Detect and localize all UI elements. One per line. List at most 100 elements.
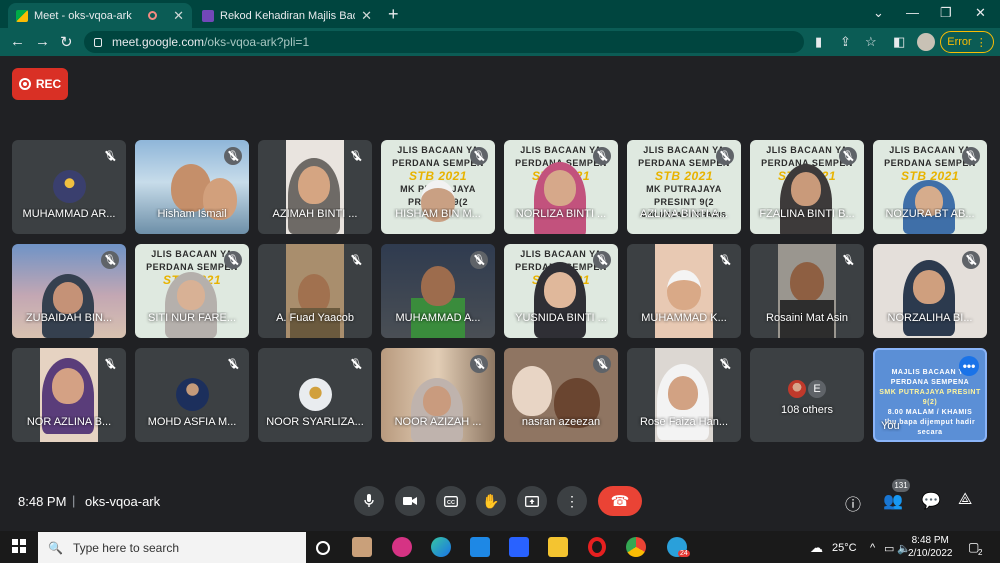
participant-tile[interactable]: JLIS BACAAN YA PERDANA SEMPEN STB 2021 🎙… <box>873 140 987 234</box>
participant-tile[interactable]: 🎙 ZUBAIDAH BIN... <box>12 244 126 338</box>
camera-button[interactable] <box>395 486 425 516</box>
activities-icon[interactable]: ⟁ <box>958 491 972 509</box>
close-tab-icon[interactable]: ✕ <box>173 8 184 24</box>
windows-start-icon[interactable] <box>12 539 26 553</box>
taskbar-date: 2/10/2022 <box>908 548 953 559</box>
participant-tile[interactable]: JLIS BACAAN YA PERDANA SEMPEN STB 2021 M… <box>627 140 741 234</box>
mic-off-icon: 🎙 <box>470 251 488 269</box>
participant-tile[interactable]: 🎙 NOOR AZIZAH ... <box>381 348 495 442</box>
task-view-icon[interactable] <box>352 537 372 557</box>
participant-tile[interactable]: 🎙 Rose Faiza Han... <box>627 348 741 442</box>
taskbar-clock[interactable]: 8:48 PM 2/10/2022 <box>908 534 953 560</box>
participant-tile[interactable]: 🎙 MUHAMMAD A... <box>381 244 495 338</box>
participant-name: You <box>881 420 900 432</box>
participant-tile[interactable]: 🎙 NORZALIHA BI... <box>873 244 987 338</box>
participant-tile[interactable]: 🎙 NOOR SYARLIZA... <box>258 348 372 442</box>
camera-icon[interactable]: ▮ <box>815 34 822 50</box>
participant-tile[interactable]: 🎙 nasran azeezan <box>504 348 618 442</box>
participant-tile[interactable]: 🎙 MUHAMMAD AR... <box>12 140 126 234</box>
minimize-icon[interactable]: — <box>906 5 919 20</box>
url-host: meet.google.com <box>112 35 205 49</box>
app-icon[interactable] <box>509 537 529 557</box>
weather-temp[interactable]: 25°C <box>832 542 857 554</box>
close-tab-icon[interactable]: ✕ <box>361 8 372 24</box>
close-window-icon[interactable]: ✕ <box>975 5 986 21</box>
url-field[interactable]: meet.google.com /oks-vqoa-ark?pli=1 <box>84 31 804 53</box>
chat-icon[interactable]: 💬 <box>921 491 941 511</box>
microphone-button[interactable] <box>354 486 384 516</box>
new-tab-icon[interactable]: + <box>388 4 399 25</box>
others-tile[interactable]: E 108 others <box>750 348 864 442</box>
error-button[interactable]: Error ⋮ <box>940 31 994 53</box>
mic-off-icon: 🎙 <box>101 355 119 373</box>
more-options-button[interactable]: ⋮ <box>557 486 587 516</box>
info-icon[interactable]: ⓘ <box>845 491 861 515</box>
more-options-icon[interactable]: ••• <box>959 356 979 376</box>
participant-tile[interactable]: JLIS BACAAN YA PERDANA SEMPEN STB 2021 🎙… <box>504 140 618 234</box>
raise-hand-button[interactable]: ✋ <box>476 486 506 516</box>
rec-label: REC <box>35 77 62 91</box>
file-explorer-icon[interactable] <box>548 537 568 557</box>
separator: | <box>72 493 76 508</box>
video-feed <box>544 272 576 308</box>
cortana-icon[interactable] <box>316 541 330 555</box>
participant-name: Rosaini Mat Asin <box>766 312 848 324</box>
weather-icon[interactable]: ☁ <box>810 540 823 556</box>
tab-meet-title: Meet - oks-vqoa-ark <box>34 9 132 22</box>
video-feed <box>667 270 701 310</box>
video-feed <box>913 270 945 304</box>
participant-tile[interactable]: JLIS BACAAN YA PERDANA SEMPEN STB 2021 🎙… <box>504 244 618 338</box>
edge-icon[interactable] <box>431 537 451 557</box>
leave-call-button[interactable]: ☎ <box>598 486 642 516</box>
participant-tile[interactable]: 🎙 MOHD ASFIA M... <box>135 348 249 442</box>
tab-forms[interactable]: Rekod Kehadiran Majlis Bacaan Y ✕ <box>194 3 380 28</box>
participant-tile[interactable]: 🎙 AZIMAH BINTI ... <box>258 140 372 234</box>
chrome-icon[interactable] <box>626 537 646 557</box>
avatar <box>176 378 209 411</box>
mic-off-icon: 🎙 <box>716 355 734 373</box>
mail-icon[interactable] <box>470 537 490 557</box>
mic-off-icon: 🎙 <box>716 251 734 269</box>
lock-icon <box>94 37 102 47</box>
star-icon[interactable]: ☆ <box>865 34 877 50</box>
video-feed <box>791 172 821 206</box>
phone-hangup-icon: ☎ <box>610 493 630 510</box>
captions-button[interactable]: CC <box>436 486 466 516</box>
participant-tile[interactable]: JLIS BACAAN YA PERDANA SEMPEN STB 2021 M… <box>381 140 495 234</box>
sidebar-icon[interactable]: ◧ <box>893 34 905 50</box>
video-feed <box>512 366 552 416</box>
participant-tile[interactable]: 🎙 Rosaini Mat Asin <box>750 244 864 338</box>
participant-tile[interactable]: 🎙 MUHAMMAD K... <box>627 244 741 338</box>
people-icon[interactable]: 👥 <box>883 491 903 511</box>
participant-tile[interactable]: JLIS BACAAN YA PERDANA SEMPEN STB 2021 🎙… <box>750 140 864 234</box>
network-icon[interactable]: ▭ <box>884 542 894 555</box>
meet-icon <box>16 9 28 22</box>
participant-tile[interactable]: 🎙 Hisham Ismail <box>135 140 249 234</box>
participant-tile[interactable]: 🎙 NOR AZLINA B... <box>12 348 126 442</box>
participant-name: YUSNIDA BINTI ... <box>515 312 607 324</box>
back-icon[interactable]: ← <box>10 33 25 50</box>
chevron-up-icon[interactable]: ^ <box>870 542 875 554</box>
svg-text:CC: CC <box>447 500 455 506</box>
present-button[interactable] <box>517 486 547 516</box>
share-icon[interactable]: ⇪ <box>840 34 851 50</box>
self-tile[interactable]: MAJLIS BACAAN YA PERDANA SEMPENA SMK PUT… <box>873 348 987 442</box>
taskbar-search-input[interactable]: 🔍 Type here to search <box>38 532 306 563</box>
tab-strip: Meet - oks-vqoa-ark ✕ Rekod Kehadiran Ma… <box>0 0 1000 28</box>
opera-icon[interactable] <box>588 537 606 557</box>
participant-tile[interactable]: 🎙 A. Fuad Yaacob <box>258 244 372 338</box>
tab-meet[interactable]: Meet - oks-vqoa-ark ✕ <box>8 3 192 28</box>
participant-tile[interactable]: JLIS BACAAN YA PERDANA SEMPEN STB 2021 🎙… <box>135 244 249 338</box>
participant-name: MUHAMMAD A... <box>395 312 481 324</box>
app-icon[interactable] <box>392 537 412 557</box>
reload-icon[interactable]: ↻ <box>60 33 73 51</box>
people-count-badge: 131 <box>892 479 910 492</box>
forward-icon[interactable]: → <box>35 33 50 50</box>
recording-button[interactable]: REC <box>12 68 68 100</box>
profile-avatar[interactable] <box>917 33 935 51</box>
participant-name: Rose Faiza Han... <box>639 416 729 428</box>
restore-icon[interactable]: ❐ <box>940 5 952 21</box>
more-vert-icon: ⋮ <box>565 492 579 509</box>
mic-off-icon: 🎙 <box>101 147 119 165</box>
chevron-down-icon[interactable]: ⌄ <box>873 5 884 21</box>
